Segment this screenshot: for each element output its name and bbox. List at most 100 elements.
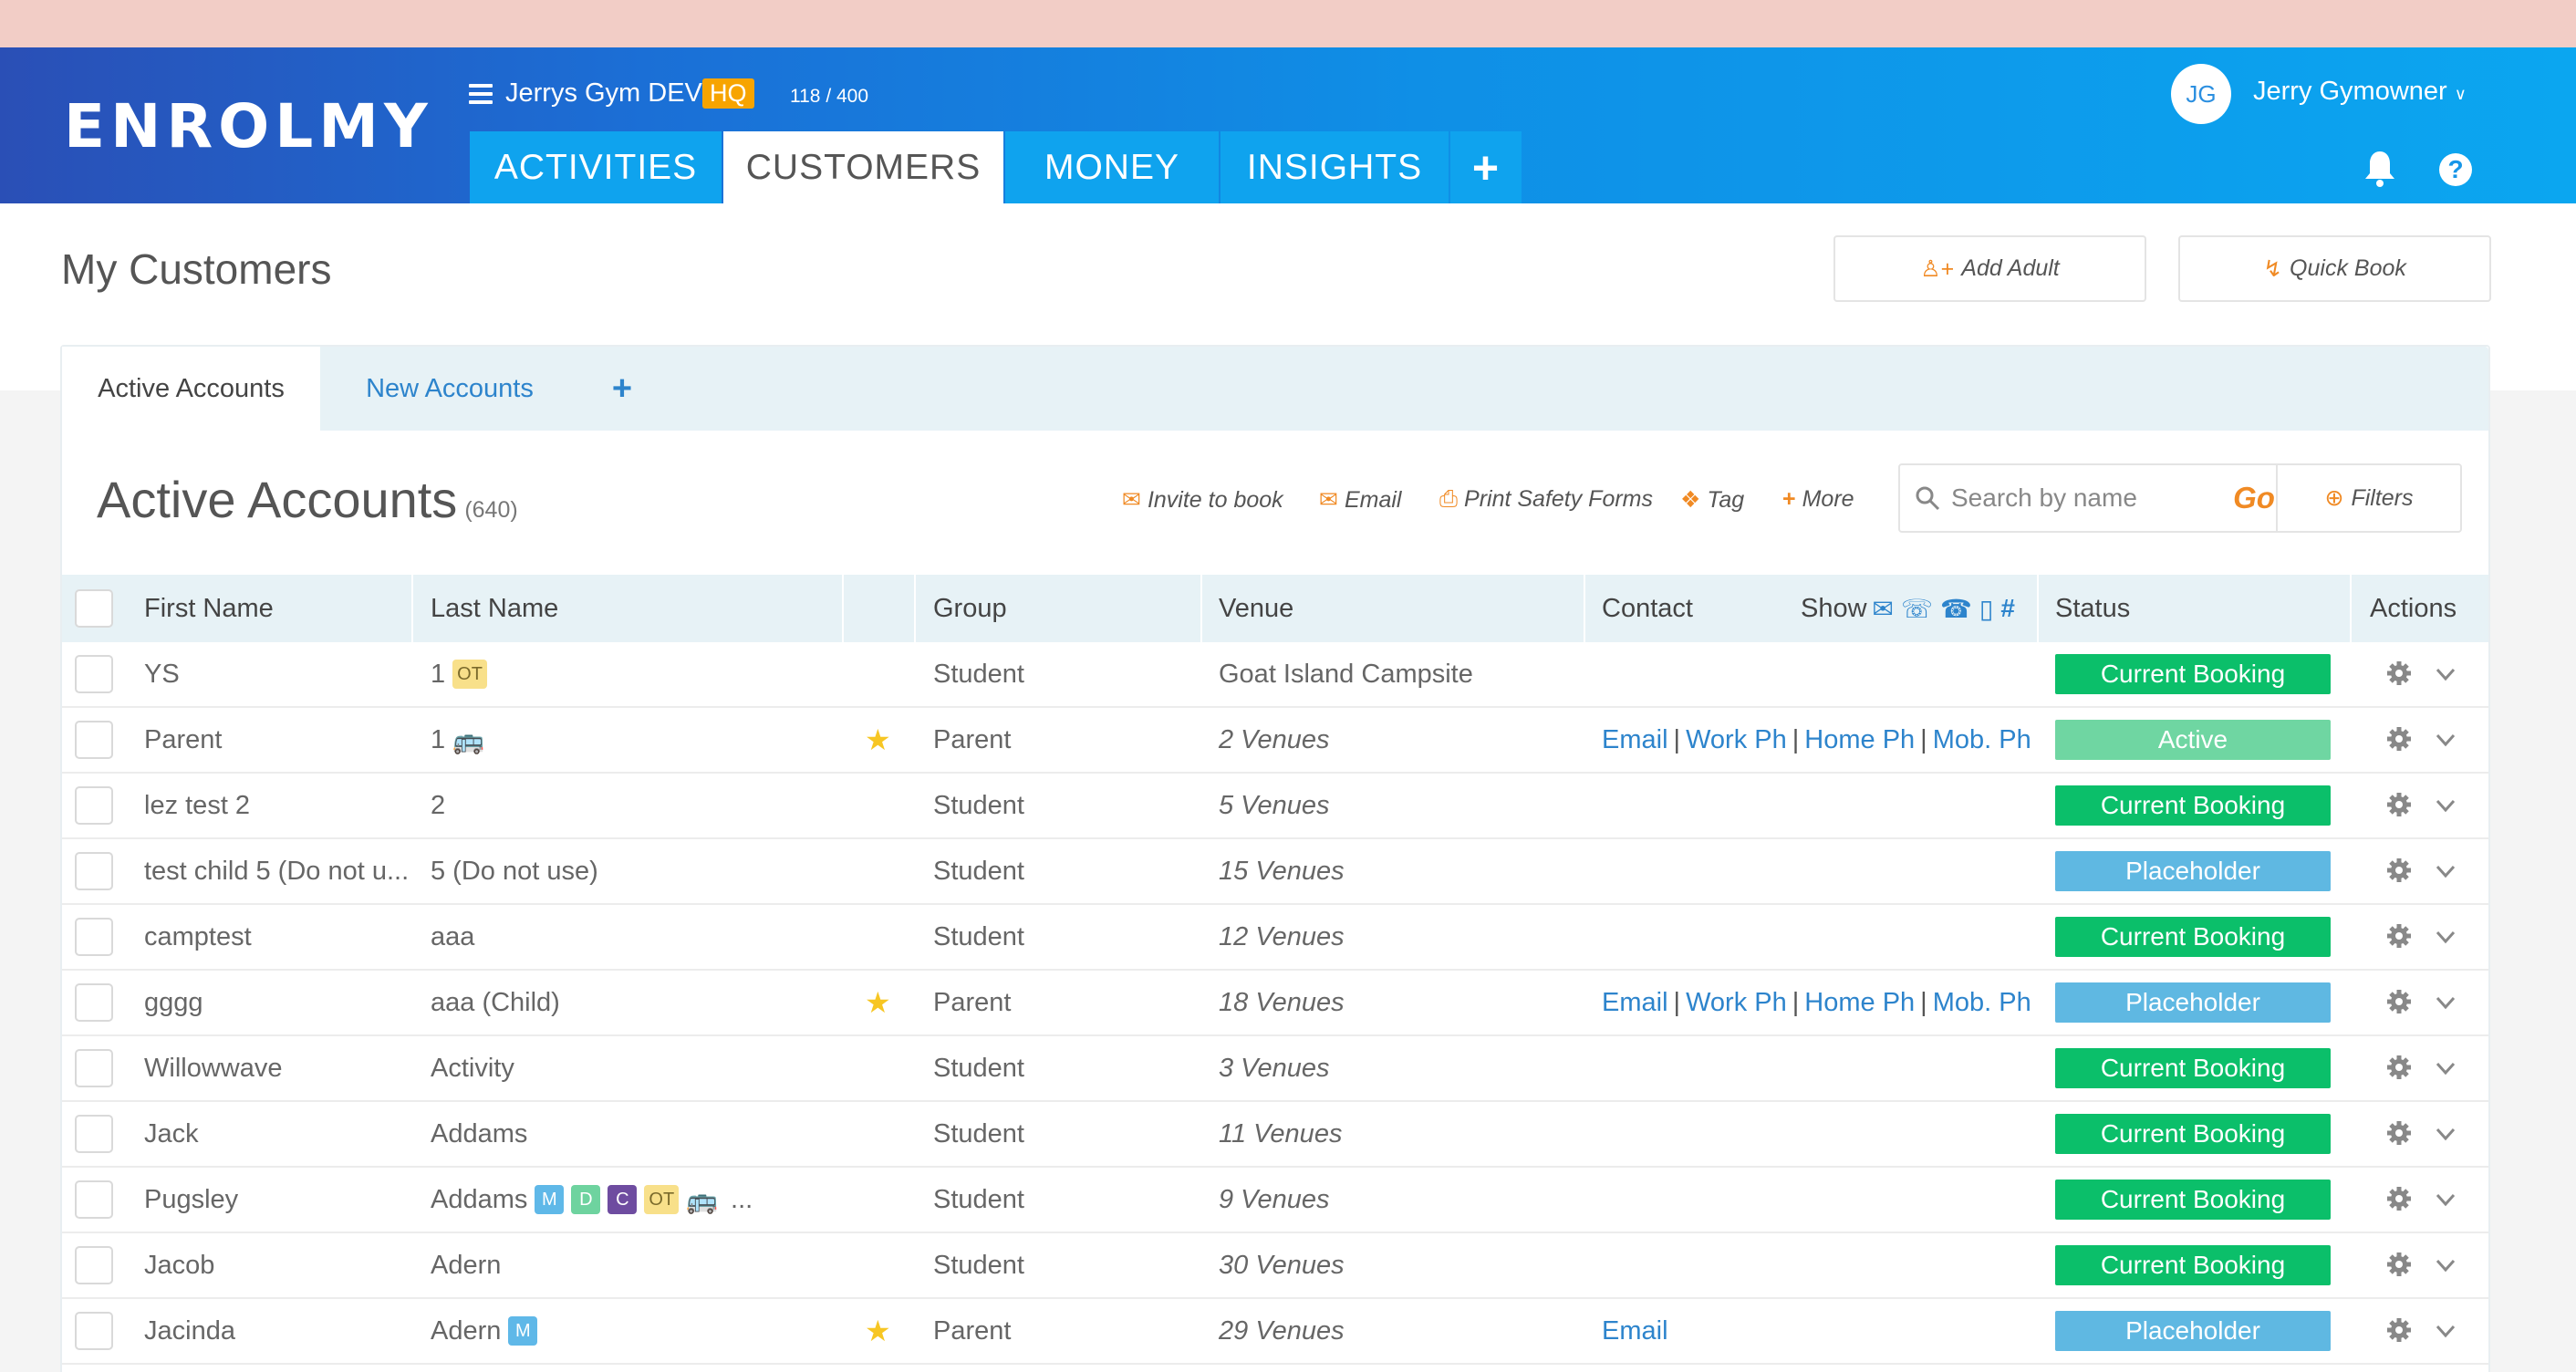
add-adult-button[interactable]: ♙+ Add Adult	[1833, 235, 2146, 302]
subtab-active-accounts[interactable]: Active Accounts	[62, 347, 320, 431]
gear-icon[interactable]	[2386, 923, 2412, 949]
first-name-cell[interactable]: lez test 2	[144, 774, 250, 837]
last-name-cell[interactable]: 1 OT	[431, 642, 487, 706]
row-checkbox[interactable]	[75, 721, 113, 759]
show-work-phone-icon[interactable]: ☏	[1901, 594, 1933, 624]
header-status[interactable]: Status	[2055, 575, 2130, 642]
chevron-down-icon[interactable]	[2434, 728, 2457, 752]
last-name-cell[interactable]: 1 🚌	[431, 708, 484, 772]
select-all-checkbox[interactable]	[75, 589, 113, 628]
contact-link[interactable]: Work Ph	[1686, 988, 1787, 1018]
hamburger-icon[interactable]	[469, 84, 493, 104]
last-name-cell[interactable]: 2	[431, 774, 445, 837]
help-icon[interactable]: ?	[2439, 153, 2472, 186]
gear-icon[interactable]	[2386, 726, 2412, 752]
chevron-down-icon[interactable]	[2434, 794, 2457, 817]
header-last-name[interactable]: Last Name	[431, 575, 558, 642]
first-name-cell[interactable]: YS	[144, 642, 180, 706]
first-name-cell[interactable]: test child 5 (Do not u...	[144, 839, 409, 903]
row-checkbox[interactable]	[75, 852, 113, 890]
header-group[interactable]: Group	[933, 575, 1007, 642]
contact-link[interactable]: Home Ph	[1804, 988, 1915, 1018]
table-row[interactable]: Jack Addams Student 11 Venues Current Bookin…	[62, 1102, 2488, 1168]
first-name-cell[interactable]: Jacob	[144, 1233, 214, 1297]
chevron-down-icon[interactable]	[2434, 1122, 2457, 1146]
first-name-cell[interactable]: Jacinda	[144, 1299, 235, 1363]
table-row[interactable]: Parent 1 🚌 ★ Parent 2 Venues Email | Work Ph | Hom…	[62, 708, 2488, 774]
more-button[interactable]: + More	[1782, 486, 1854, 513]
table-row[interactable]: gggg aaa (Child) ★ Parent 18 Venues Email | Wor…	[62, 971, 2488, 1036]
show-mobile-icon[interactable]: ▯	[1979, 594, 1993, 624]
gear-icon[interactable]	[2386, 1120, 2412, 1146]
table-row[interactable]: Jacinda Adern M ★ Parent 29 Venues Email Placeh…	[62, 1299, 2488, 1365]
row-checkbox[interactable]	[75, 1049, 113, 1087]
user-menu[interactable]: Jerry Gymowner ∨	[2253, 77, 2467, 107]
contact-link[interactable]: Mob. Ph	[1933, 725, 2031, 755]
last-name-cell[interactable]: Addams	[431, 1102, 527, 1166]
search-input[interactable]	[1951, 478, 2216, 518]
first-name-cell[interactable]: Willowwave	[144, 1036, 282, 1100]
table-row[interactable]: test child 5 (Do not u... 5 (Do not use) S…	[62, 839, 2488, 905]
tag-button[interactable]: ❖ Tag	[1680, 486, 1744, 514]
venue-cell[interactable]: 5 Venues	[1219, 774, 1329, 837]
last-name-cell[interactable]: aaa	[431, 905, 474, 969]
chevron-down-icon[interactable]	[2434, 1253, 2457, 1277]
row-checkbox[interactable]	[75, 983, 113, 1022]
venue-cell[interactable]: 3 Venues	[1219, 1036, 1329, 1100]
row-checkbox[interactable]	[75, 918, 113, 956]
venue-cell[interactable]: 30 Venues	[1219, 1233, 1345, 1297]
first-name-cell[interactable]: Pugsley	[144, 1168, 238, 1232]
header-first-name[interactable]: First Name	[144, 575, 274, 642]
show-home-phone-icon[interactable]: ☎	[1940, 594, 1972, 624]
venue-cell[interactable]: 18 Venues	[1219, 971, 1345, 1034]
tab-insights[interactable]: INSIGHTS	[1220, 131, 1449, 203]
enrolmy-logo[interactable]: ENROLMY	[64, 91, 433, 161]
gear-icon[interactable]	[2386, 1186, 2412, 1211]
venue-cell[interactable]: 29 Venues	[1219, 1299, 1345, 1363]
show-hash-icon[interactable]: #	[2000, 594, 2015, 623]
filters-button[interactable]: ⊕ Filters	[2276, 465, 2460, 531]
contact-link[interactable]: Email	[1602, 988, 1668, 1018]
last-name-cell[interactable]: Adern M	[431, 1299, 538, 1363]
tab-customers[interactable]: CUSTOMERS	[723, 131, 1003, 203]
venue-cell[interactable]: 12 Venues	[1219, 905, 1345, 969]
row-checkbox[interactable]	[75, 1180, 113, 1219]
contact-link[interactable]: Email	[1602, 725, 1668, 755]
gear-icon[interactable]	[2386, 1317, 2412, 1343]
gear-icon[interactable]	[2386, 1055, 2412, 1080]
chevron-down-icon[interactable]	[2434, 859, 2457, 883]
first-name-cell[interactable]: Parent	[144, 708, 222, 772]
gear-icon[interactable]	[2386, 792, 2412, 817]
show-email-icon[interactable]: ✉	[1873, 594, 1894, 624]
table-row[interactable]: lez test 2 2 Student 5 Venues Current Bookin…	[62, 774, 2488, 839]
row-checkbox[interactable]	[75, 1115, 113, 1153]
chevron-down-icon[interactable]	[2434, 1188, 2457, 1211]
avatar[interactable]: JG	[2171, 64, 2231, 124]
chevron-down-icon[interactable]	[2434, 662, 2457, 686]
add-tab-button[interactable]: +	[1450, 131, 1522, 203]
table-row[interactable]: Willowwave Activity Student 3 Venues Current…	[62, 1036, 2488, 1102]
first-name-cell[interactable]: Jack	[144, 1102, 199, 1166]
venue-cell[interactable]: 11 Venues	[1219, 1102, 1342, 1166]
quick-book-button[interactable]: ↯ Quick Book	[2178, 235, 2491, 302]
contact-link[interactable]: Email	[1602, 1316, 1668, 1346]
print-safety-forms-button[interactable]: ⎙ Print Safety Forms	[1439, 486, 1653, 513]
go-button[interactable]: Go	[2227, 465, 2281, 531]
contact-link[interactable]: Mob. Ph	[1933, 988, 2031, 1018]
gear-icon[interactable]	[2386, 989, 2412, 1014]
row-checkbox[interactable]	[75, 655, 113, 693]
invite-to-book-button[interactable]: ✉ Invite to book	[1122, 486, 1283, 514]
add-subtab-button[interactable]: +	[578, 347, 666, 431]
more-badges[interactable]: ...	[731, 1185, 753, 1215]
first-name-cell[interactable]: gggg	[144, 971, 203, 1034]
header-venue[interactable]: Venue	[1219, 575, 1293, 642]
tab-money[interactable]: MONEY	[1005, 131, 1219, 203]
chevron-down-icon[interactable]	[2434, 991, 2457, 1014]
last-name-cell[interactable]: 5 (Do not use)	[431, 839, 598, 903]
table-row[interactable]: YS 1 OT Student Goat Island Campsite Current …	[62, 642, 2488, 708]
chevron-down-icon[interactable]	[2434, 1056, 2457, 1080]
table-row[interactable]: Jacob Adern Student 30 Venues Current Bookin…	[62, 1233, 2488, 1299]
email-button[interactable]: ✉ Email	[1319, 486, 1401, 514]
row-checkbox[interactable]	[75, 1312, 113, 1350]
contact-link[interactable]: Home Ph	[1804, 725, 1915, 755]
